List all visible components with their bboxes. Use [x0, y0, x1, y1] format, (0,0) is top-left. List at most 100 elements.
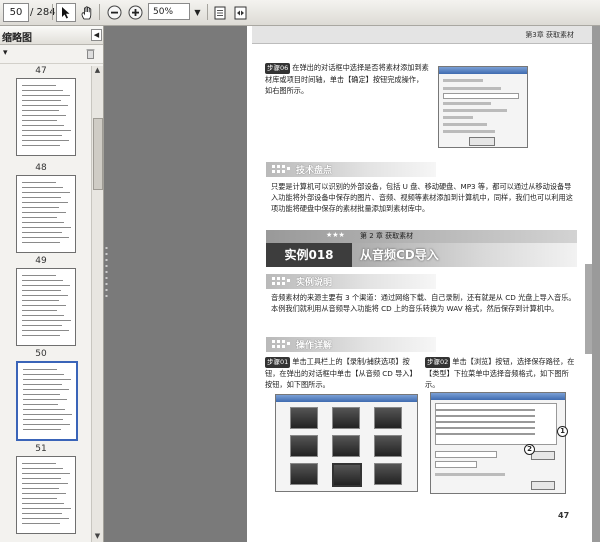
thumbnail-text-line — [23, 399, 67, 400]
capture-tile — [332, 407, 360, 429]
thumbnail-text-line — [22, 202, 68, 203]
thumbnail-label: 48 — [35, 163, 47, 173]
thumbnail-text-line — [22, 498, 57, 499]
thumbnail-label: 50 — [35, 349, 47, 359]
thumbnails-panel-header: 缩略图 ◀ — [0, 26, 103, 45]
scrollbar-thumb[interactable] — [93, 118, 103, 190]
document-background — [104, 26, 247, 542]
thumbnail-text-line — [22, 488, 59, 489]
page-number-input[interactable]: 50 — [3, 3, 29, 22]
thumbnail-image — [16, 175, 76, 253]
splitter-handle-icon[interactable] — [104, 245, 109, 305]
section-dots-icon — [272, 340, 290, 348]
dialog-browse-button — [531, 451, 555, 460]
thumbnail-text-line — [22, 207, 59, 208]
capture-tile — [332, 435, 360, 457]
thumbnail-text-line — [22, 125, 64, 126]
dialog-line — [443, 130, 495, 133]
thumbnail-text-line — [23, 374, 64, 375]
toolbar-divider — [52, 4, 53, 20]
section-bar-tech: 技术盘点 — [266, 162, 436, 177]
scroll-down-arrow-icon[interactable]: ▼ — [93, 532, 102, 541]
dialog-path-field — [435, 451, 497, 458]
thumbnail-options-row: ▾ — [0, 45, 103, 64]
zoom-out-icon — [107, 5, 121, 20]
section-dots-icon — [272, 277, 290, 285]
dialog-line — [443, 123, 487, 126]
capture-tile — [290, 407, 318, 429]
thumbnail-text-line — [22, 473, 70, 474]
thumbnail-text-line — [22, 468, 63, 469]
dialog-line — [443, 102, 491, 105]
thumbnail-text-line — [22, 145, 60, 146]
toolbar: 50 / 284 50% ▼ — [0, 0, 600, 26]
thumbnail-text-line — [22, 513, 62, 514]
step06-paragraph: 步骤06 在弹出的对话框中选择是否将素材添加到素材库或项目时间轴，单击【确定】按钮… — [265, 62, 429, 96]
thumbnail-text-line — [22, 90, 63, 91]
select-tool-button[interactable] — [56, 3, 76, 22]
section-title-desc: 实例说明 — [296, 278, 333, 288]
trash-icon — [86, 49, 95, 59]
thumbnail-text-line — [22, 95, 70, 96]
zoom-in-icon — [128, 5, 142, 20]
page-number: 47 — [558, 511, 570, 520]
thumbnail-label: 49 — [35, 256, 47, 266]
capture-tile-highlighted — [332, 463, 362, 487]
thumbnail-text-line — [22, 463, 56, 464]
dialog-line — [443, 116, 473, 119]
thumbnail-label: 47 — [35, 66, 47, 76]
thumbnail-text-line — [22, 217, 57, 218]
thumbnail-label: 51 — [35, 444, 47, 454]
thumbnail-text-line — [22, 335, 60, 336]
hand-icon — [81, 5, 91, 19]
scroll-up-arrow-icon[interactable]: ▲ — [93, 66, 102, 75]
thumbnail-scrollbar[interactable]: ▲ ▼ — [91, 66, 103, 542]
zoom-in-button[interactable] — [125, 3, 145, 22]
fit-page-button[interactable] — [210, 3, 230, 22]
step01-paragraph: 步骤01 单击工具栏上的【录制/捕获选项】按钮，在弹出的对话框中单击【从音频 CD… — [265, 356, 419, 390]
dialog-line — [435, 409, 535, 411]
example-number: 实例018 — [266, 243, 352, 267]
thumbnail-text-line — [22, 300, 59, 301]
chapter-header: 第3章 获取素材 — [525, 31, 574, 39]
zoom-dropdown-chevron-icon[interactable]: ▼ — [191, 3, 204, 20]
thumbnail-text-line — [22, 187, 63, 188]
thumbnail-text-line — [22, 275, 56, 276]
thumbnail-text-line — [22, 120, 57, 121]
delete-page-button[interactable] — [86, 48, 95, 62]
example-chapter-tag: 第 2 章 获取素材 — [360, 232, 414, 240]
thumbnail-text-line — [22, 242, 60, 243]
thumbnail-image — [16, 456, 76, 534]
dialog-type-field — [435, 461, 477, 468]
thumbnail-text-line — [22, 503, 64, 504]
capture-tile — [374, 463, 402, 485]
thumbnail-text-line — [22, 182, 56, 183]
step02-badge: 步骤02 — [425, 357, 451, 368]
thumbnail-text-line — [23, 384, 62, 385]
hand-tool-button[interactable] — [77, 3, 97, 22]
fit-page-icon — [214, 6, 226, 19]
fit-width-button[interactable] — [230, 3, 250, 22]
document-background-right — [592, 26, 600, 542]
thumbnail-text-line — [23, 379, 71, 380]
options-menu-chevron-icon[interactable]: ▾ — [3, 48, 8, 58]
thumbnail-text-line — [22, 508, 71, 509]
thumbnail-text-line — [22, 330, 69, 331]
zoom-level-input[interactable]: 50% — [148, 3, 190, 20]
cd-import-dialog-screenshot — [430, 392, 566, 494]
dialog-line — [435, 433, 535, 435]
thumbnail-text-line — [22, 110, 59, 111]
thumbnail-text-line — [22, 518, 69, 519]
document-page: 第3章 获取素材 步骤06 在弹出的对话框中选择是否将素材添加到素材库或项目时间轴… — [247, 26, 592, 542]
thumbnail-text-line — [22, 212, 66, 213]
thumbnail-text-line — [23, 414, 72, 415]
thumbnail-text-line — [22, 315, 64, 316]
dialog-screenshot-image — [438, 66, 528, 148]
capture-tile — [374, 407, 402, 429]
thumbnail-text-line — [22, 483, 68, 484]
collapse-panel-button[interactable]: ◀ — [91, 29, 102, 41]
zoom-out-button[interactable] — [104, 3, 124, 22]
thumbnail-text-line — [22, 325, 62, 326]
thumbnail-text-line — [23, 409, 65, 410]
capture-tile — [290, 435, 318, 457]
